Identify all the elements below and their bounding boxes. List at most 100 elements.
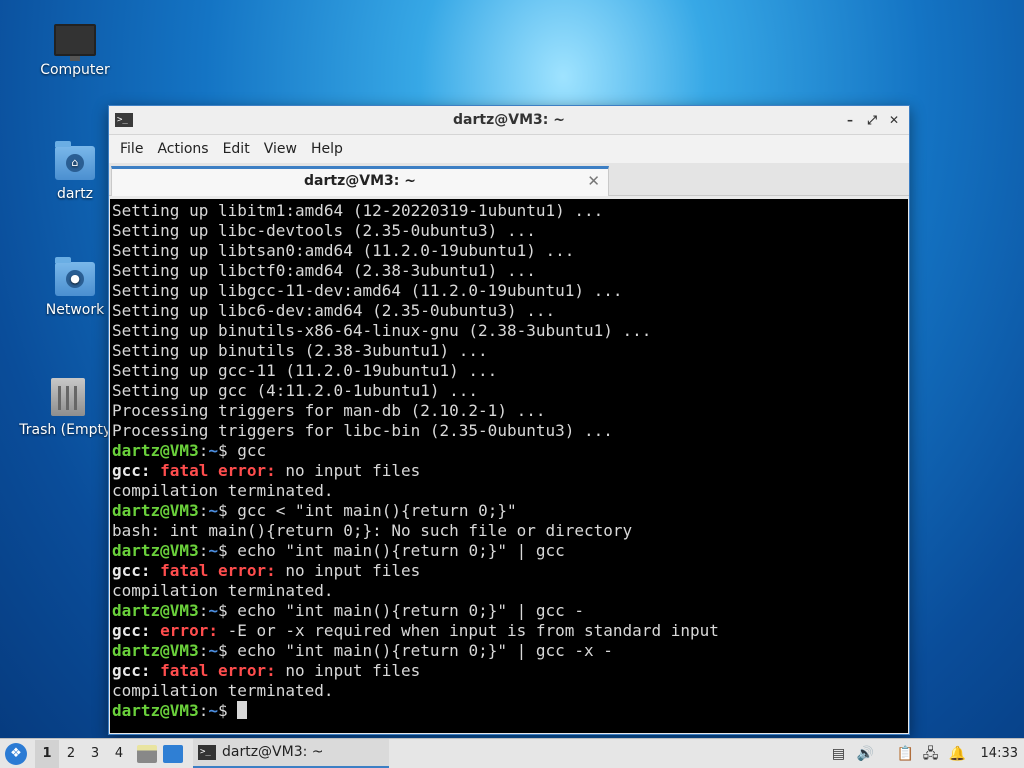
workspace-1[interactable]: 1: [35, 739, 59, 768]
prompt-colon: :: [198, 501, 209, 520]
error-label: fatal error:: [160, 561, 276, 580]
window-title: dartz@VM3: ~: [453, 112, 565, 128]
terminal-line: Setting up libc6-dev:amd64 (2.35-0ubuntu…: [112, 301, 908, 321]
prompt-path: ~: [208, 501, 218, 520]
menu-file[interactable]: File: [113, 141, 150, 157]
whisker-menu-icon[interactable]: ❖: [5, 742, 27, 765]
terminal-line: Setting up binutils (2.38-3ubuntu1) ...: [112, 341, 908, 361]
terminal-line: dartz@VM3:~$ gcc < "int main(){return 0;…: [112, 501, 908, 521]
desktop-icon-computer[interactable]: Computer: [27, 24, 123, 78]
terminal-line: gcc: error: -E or -x required when input…: [112, 621, 908, 641]
close-icon[interactable]: ✕: [887, 113, 901, 127]
prompt-user: dartz@VM3: [112, 641, 199, 660]
terminal-line: Setting up gcc (4:11.2.0-1ubuntu1) ...: [112, 381, 908, 401]
task-label: dartz@VM3: ~: [222, 744, 324, 760]
output-text: compilation terminated.: [112, 681, 334, 700]
error-message: -E or -x required when input is from sta…: [217, 621, 719, 640]
output-text: Setting up libctf0:amd64 (2.38-3ubuntu1)…: [112, 261, 536, 280]
terminal-line: compilation terminated.: [112, 481, 908, 501]
menu-edit[interactable]: Edit: [216, 141, 257, 157]
prompt-colon: :: [198, 541, 209, 560]
menu-actions[interactable]: Actions: [150, 141, 215, 157]
error-message: no input files: [275, 661, 421, 680]
prompt-symbol: $: [217, 701, 228, 720]
clock[interactable]: 14:33: [981, 746, 1018, 761]
error-source: gcc:: [112, 621, 151, 640]
maximize-icon[interactable]: ⤢: [865, 113, 879, 127]
prompt-symbol: $: [217, 541, 228, 560]
workspace-2[interactable]: 2: [59, 746, 83, 761]
menu-bar: File Actions Edit View Help: [109, 135, 909, 163]
prompt-user: dartz@VM3: [112, 601, 199, 620]
terminal-line: Processing triggers for libc-bin (2.35-0…: [112, 421, 908, 441]
prompt-path: ~: [208, 441, 218, 460]
desktop-icon-label: Network: [45, 302, 105, 318]
tab-close-icon[interactable]: ✕: [587, 172, 600, 190]
output-text: Processing triggers for man-db (2.10.2-1…: [112, 401, 546, 420]
prompt-symbol: $: [217, 641, 228, 660]
file-manager-icon[interactable]: [137, 744, 157, 763]
tab-terminal[interactable]: dartz@VM3: ~ ✕: [111, 166, 609, 196]
terminal-line: dartz@VM3:~$: [112, 701, 908, 721]
terminal-line: Setting up libitm1:amd64 (12-20220319-1u…: [112, 201, 908, 221]
error-label: fatal error:: [160, 661, 276, 680]
prompt-user: dartz@VM3: [112, 441, 199, 460]
output-text: compilation terminated.: [112, 581, 334, 600]
output-text: Setting up libitm1:amd64 (12-20220319-1u…: [112, 201, 604, 220]
prompt-symbol: $: [217, 441, 228, 460]
workspace-4[interactable]: 4: [107, 746, 131, 761]
clipboard-icon[interactable]: 📋: [897, 746, 914, 762]
trash-icon: [51, 378, 85, 416]
terminal-cursor: [237, 701, 248, 719]
menu-view[interactable]: View: [257, 141, 304, 157]
prompt-colon: :: [198, 601, 209, 620]
workspace-3[interactable]: 3: [83, 746, 107, 761]
taskbar-task-terminal[interactable]: >_ dartz@VM3: ~: [193, 738, 389, 768]
terminal-line: Setting up libctf0:amd64 (2.38-3ubuntu1)…: [112, 261, 908, 281]
terminal-window[interactable]: >_ dartz@VM3: ~ – ⤢ ✕ File Actions Edit …: [108, 105, 910, 735]
output-text: Setting up libc-devtools (2.35-0ubuntu3)…: [112, 221, 536, 240]
output-text: Setting up libgcc-11-dev:amd64 (11.2.0-1…: [112, 281, 623, 300]
menu-help[interactable]: Help: [304, 141, 350, 157]
minimize-icon[interactable]: –: [843, 113, 857, 127]
error-message: no input files: [275, 561, 421, 580]
terminal-line: Setting up binutils-x86-64-linux-gnu (2.…: [112, 321, 908, 341]
error-source: gcc:: [112, 461, 151, 480]
terminal-line: Processing triggers for man-db (2.10.2-1…: [112, 401, 908, 421]
terminal-line: compilation terminated.: [112, 681, 908, 701]
network-icon[interactable]: 🖧: [923, 746, 939, 762]
command-text: [228, 701, 238, 720]
window-titlebar[interactable]: >_ dartz@VM3: ~ – ⤢ ✕: [109, 106, 909, 135]
tab-bar: dartz@VM3: ~ ✕: [109, 163, 909, 196]
terminal-line: compilation terminated.: [112, 581, 908, 601]
scroll-indicator-icon[interactable]: ▤: [831, 746, 847, 762]
tab-label: dartz@VM3: ~: [304, 173, 416, 189]
command-text: gcc < "int main(){return 0;}": [227, 501, 517, 520]
system-tray: ▤ 🔊 📋 🖧 🔔 14:33: [831, 746, 1018, 762]
error-label: error:: [160, 621, 218, 640]
terminal-line: dartz@VM3:~$ echo "int main(){return 0;}…: [112, 541, 908, 561]
prompt-user: dartz@VM3: [112, 701, 199, 720]
output-text: Processing triggers for libc-bin (2.35-0…: [112, 421, 613, 440]
output-text: bash: int main(){return 0;}: No such fil…: [112, 521, 633, 540]
prompt-path: ~: [208, 641, 218, 660]
terminal-line: bash: int main(){return 0;}: No such fil…: [112, 521, 908, 541]
notification-icon[interactable]: 🔔: [949, 746, 966, 762]
error-label: fatal error:: [160, 461, 276, 480]
terminal-icon: >_: [115, 113, 133, 127]
terminal-line: Setting up libtsan0:amd64 (11.2.0-19ubun…: [112, 241, 908, 261]
taskbar: ❖ 1 2 3 4 >_ dartz@VM3: ~ ▤ 🔊 📋 🖧 🔔 14:3…: [0, 738, 1024, 768]
error-source: gcc:: [112, 561, 151, 580]
terminal-line: dartz@VM3:~$ echo "int main(){return 0;}…: [112, 601, 908, 621]
prompt-user: dartz@VM3: [112, 541, 199, 560]
terminal-output[interactable]: Setting up libitm1:amd64 (12-20220319-1u…: [110, 199, 908, 733]
prompt-colon: :: [198, 701, 209, 720]
terminal-line: gcc: fatal error: no input files: [112, 661, 908, 681]
command-text: echo "int main(){return 0;}" | gcc: [227, 541, 565, 560]
desktop-icon-trash[interactable]: Trash (Empty): [18, 378, 118, 438]
show-desktop-icon[interactable]: [163, 744, 183, 763]
command-text: echo "int main(){return 0;}" | gcc -: [227, 601, 585, 620]
volume-icon[interactable]: 🔊: [857, 746, 874, 762]
